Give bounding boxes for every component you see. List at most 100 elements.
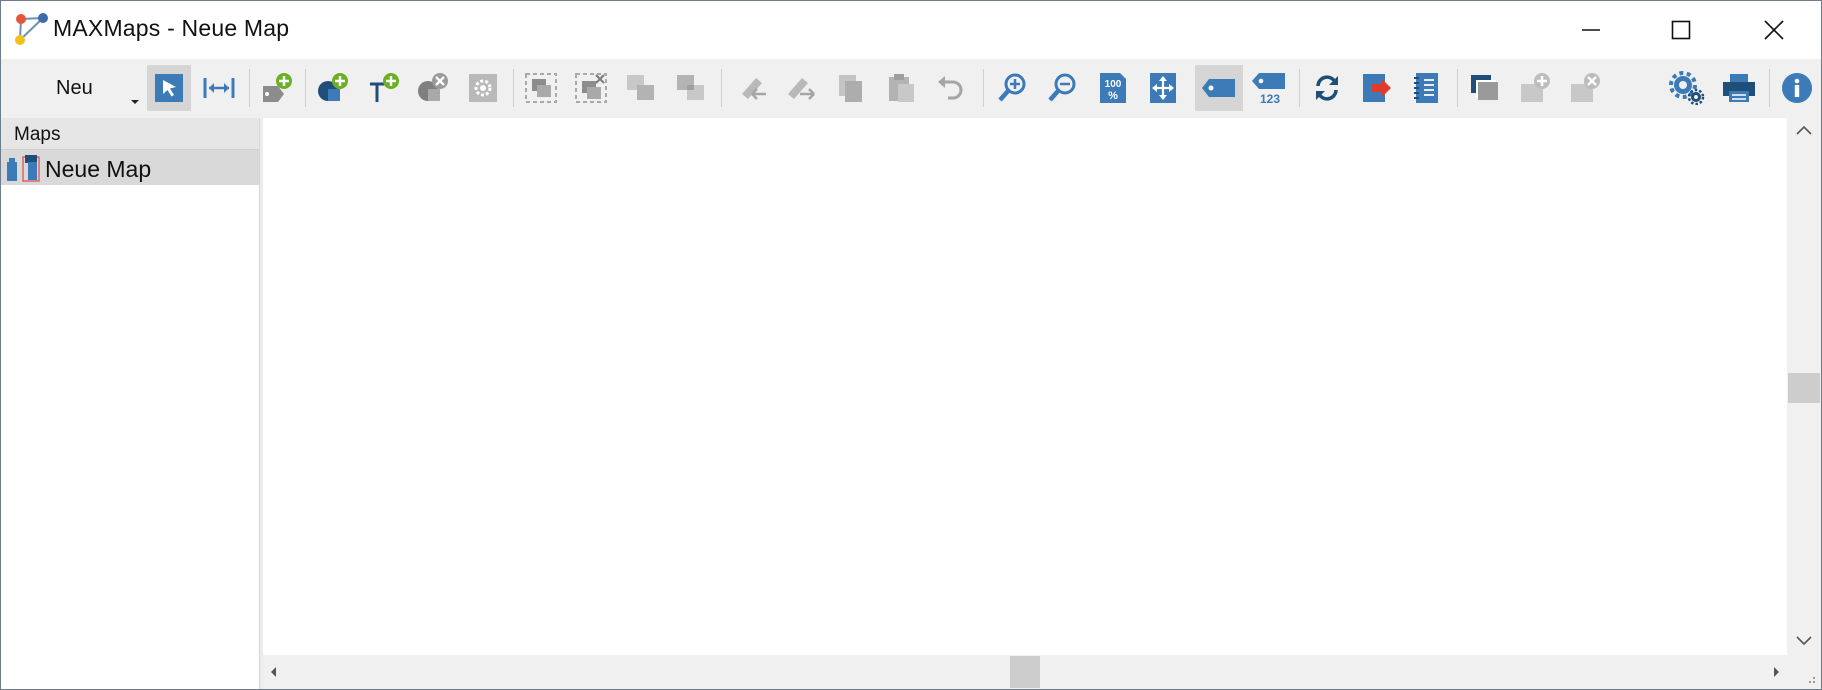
toolbar-separator xyxy=(983,69,984,107)
vertical-scroll-thumb[interactable] xyxy=(1788,373,1820,403)
add-layer-icon xyxy=(1521,73,1550,102)
close-icon xyxy=(1764,20,1784,40)
map-icon xyxy=(7,155,40,182)
fit-to-window-icon xyxy=(1150,73,1176,103)
chevron-up-icon xyxy=(1796,125,1812,135)
export-button[interactable] xyxy=(1355,65,1399,111)
copy-button[interactable] xyxy=(829,65,873,111)
delete-layer-button[interactable] xyxy=(1563,65,1607,111)
layers-button[interactable] xyxy=(1463,65,1507,111)
send-backward-button[interactable] xyxy=(669,65,713,111)
link-back-button[interactable] xyxy=(729,65,773,111)
connect-arrows-icon xyxy=(203,78,235,98)
resize-grip[interactable] xyxy=(1787,655,1821,689)
refresh-button[interactable] xyxy=(1305,65,1349,111)
link-forward-button[interactable] xyxy=(779,65,823,111)
chevron-left-icon xyxy=(271,667,276,677)
scroll-left-button[interactable] xyxy=(267,661,281,683)
layers-icon xyxy=(1471,75,1498,100)
link-forward-icon xyxy=(788,78,815,100)
show-numbers-icon: 123 xyxy=(1252,73,1285,105)
select-pointer-button[interactable] xyxy=(147,65,191,111)
toolbar-separator xyxy=(1457,69,1458,107)
undo-button[interactable] xyxy=(929,65,973,111)
show-labels-icon xyxy=(1202,79,1235,97)
paste-button[interactable] xyxy=(879,65,923,111)
bring-forward-icon xyxy=(627,75,654,100)
scroll-right-button[interactable] xyxy=(1769,661,1783,683)
delete-layer-icon xyxy=(1571,73,1600,102)
print-button[interactable] xyxy=(1717,65,1761,111)
map-canvas[interactable] xyxy=(263,118,1787,655)
toolbar-separator xyxy=(721,69,722,107)
maximize-icon xyxy=(1671,20,1691,40)
scroll-down-button[interactable] xyxy=(1787,631,1821,651)
group-button[interactable] xyxy=(519,65,563,111)
close-button[interactable] xyxy=(1745,1,1803,59)
ungroup-button[interactable] xyxy=(569,65,613,111)
toolbar: Neu 100 % 123 xyxy=(1,59,1821,118)
toolbar-separator xyxy=(513,69,514,107)
send-backward-icon xyxy=(677,75,704,100)
delete-object-icon xyxy=(418,73,448,101)
memo-icon xyxy=(1414,73,1438,103)
show-labels-button[interactable] xyxy=(1195,65,1243,111)
info-icon xyxy=(1782,73,1812,103)
map-list-item[interactable]: Neue Map xyxy=(1,150,259,185)
window-title: MAXMaps - Neue Map xyxy=(53,15,290,41)
svg-text:123: 123 xyxy=(1260,92,1280,105)
maxmaps-logo-icon xyxy=(15,13,48,45)
zoom-100-button[interactable]: 100 % xyxy=(1091,65,1135,111)
add-tag-object-button[interactable] xyxy=(255,65,299,111)
undo-icon xyxy=(938,76,963,100)
export-icon xyxy=(1363,74,1391,102)
settings-icon xyxy=(1669,71,1705,105)
scroll-up-button[interactable] xyxy=(1787,120,1821,140)
zoom-in-icon xyxy=(998,73,1026,102)
add-shape-icon xyxy=(318,73,348,101)
chevron-right-icon xyxy=(1774,667,1779,677)
app-window: MAXMaps - Neue Map Neu 100 % 123 Maps Ne… xyxy=(0,0,1822,690)
zoom-out-button[interactable] xyxy=(1041,65,1085,111)
add-text-button[interactable] xyxy=(361,65,405,111)
maps-panel-title: Maps xyxy=(14,124,61,145)
horizontal-scroll-thumb[interactable] xyxy=(1010,656,1040,688)
info-button[interactable] xyxy=(1775,65,1819,111)
zoom-100-icon: 100 % xyxy=(1100,73,1126,103)
object-settings-button[interactable] xyxy=(461,65,505,111)
toolbar-separator xyxy=(1769,69,1770,107)
settings-button[interactable] xyxy=(1665,65,1709,111)
dropdown-arrow-icon xyxy=(131,100,139,104)
group-icon xyxy=(525,73,557,103)
show-numbers-button[interactable]: 123 xyxy=(1247,65,1291,111)
ungroup-icon xyxy=(575,73,607,103)
minimize-button[interactable] xyxy=(1562,1,1620,59)
bring-forward-button[interactable] xyxy=(619,65,663,111)
map-item-label: Neue Map xyxy=(45,156,152,182)
title-bar: MAXMaps - Neue Map xyxy=(1,1,1821,59)
delete-object-button[interactable] xyxy=(411,65,455,111)
toolbar-separator xyxy=(305,69,306,107)
add-tag-object-icon xyxy=(263,73,292,102)
memo-button[interactable] xyxy=(1405,65,1449,111)
copy-icon xyxy=(839,75,862,102)
fit-to-window-button[interactable] xyxy=(1141,65,1185,111)
maps-panel: Maps Neue Map xyxy=(1,118,260,689)
resize-grip-icon xyxy=(1809,677,1815,683)
new-dropdown-button[interactable]: Neu xyxy=(13,63,141,113)
toolbar-separator xyxy=(1299,69,1300,107)
print-icon xyxy=(1723,74,1755,102)
add-shape-button[interactable] xyxy=(311,65,355,111)
object-settings-icon xyxy=(469,74,497,102)
maps-panel-header: Maps xyxy=(1,118,259,150)
connect-button[interactable] xyxy=(197,65,241,111)
paste-icon xyxy=(889,74,914,102)
link-back-icon xyxy=(742,78,766,100)
zoom-out-icon xyxy=(1048,73,1076,102)
zoom-in-button[interactable] xyxy=(991,65,1035,111)
minimize-icon xyxy=(1582,29,1600,31)
add-layer-button[interactable] xyxy=(1513,65,1557,111)
toolbar-separator xyxy=(249,69,250,107)
maximize-button[interactable] xyxy=(1652,1,1710,59)
add-text-icon xyxy=(370,73,399,102)
